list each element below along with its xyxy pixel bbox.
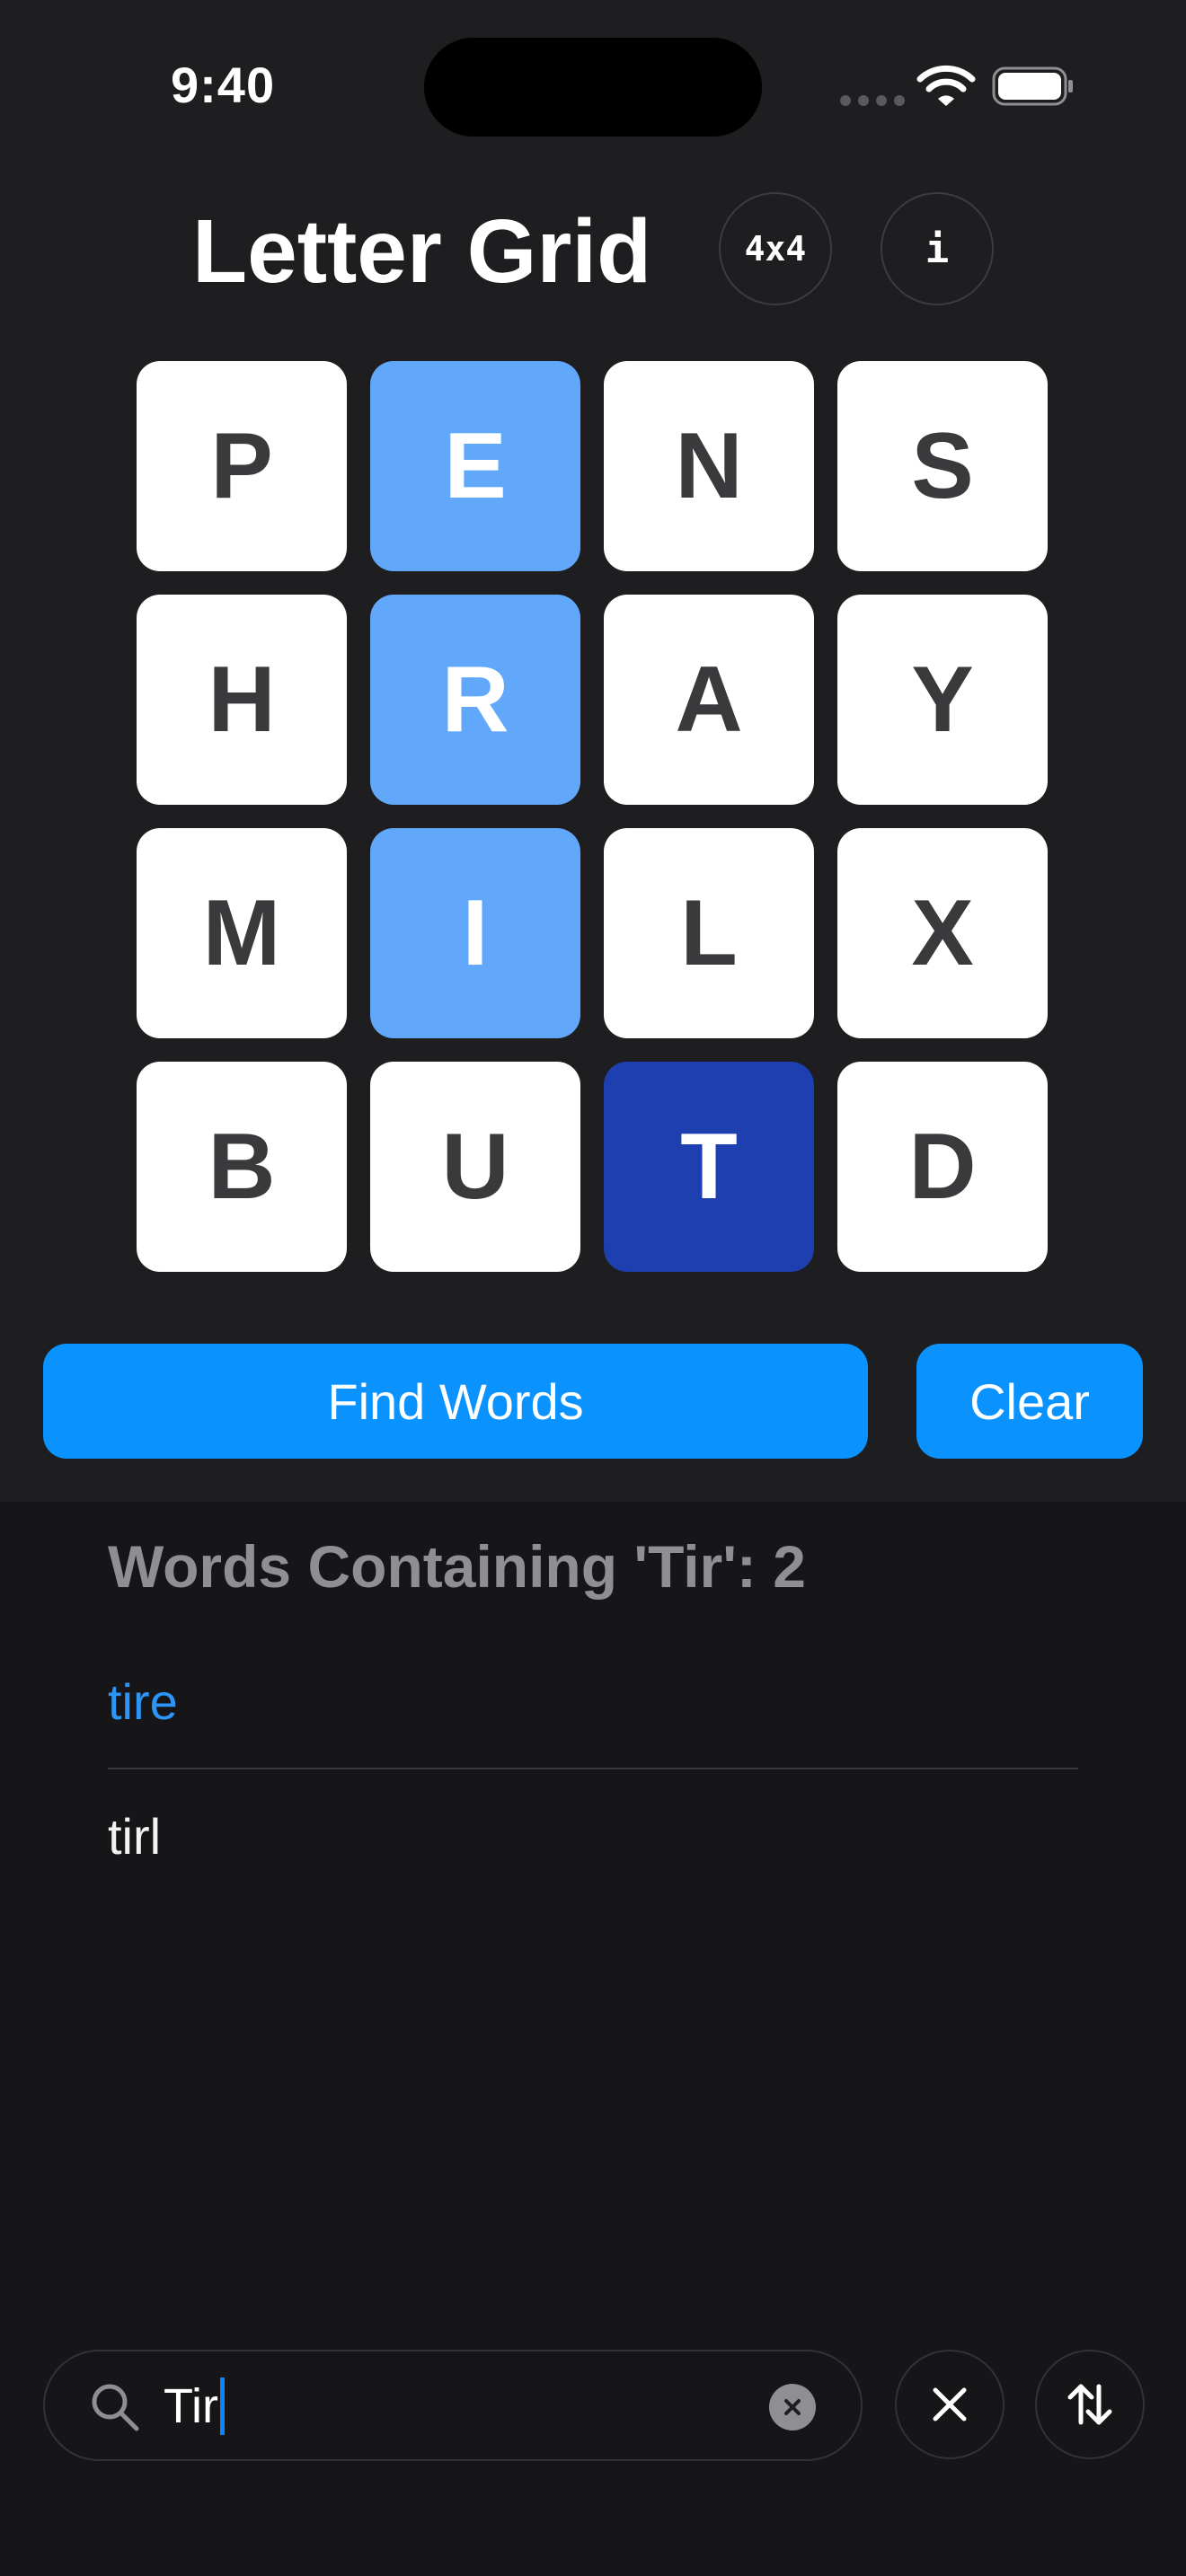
grid-tile[interactable]: S <box>837 361 1048 571</box>
search-icon <box>92 2384 139 2431</box>
clear-button[interactable]: Clear <box>916 1344 1143 1459</box>
search-input[interactable]: Tir <box>164 2375 225 2438</box>
dynamic-island <box>424 38 762 137</box>
close-icon <box>933 2387 967 2422</box>
grid-tile[interactable]: P <box>137 361 347 571</box>
grid-tile[interactable]: M <box>137 828 347 1038</box>
find-words-button[interactable]: Find Words <box>43 1344 868 1459</box>
word-list: tire tirl <box>108 1653 1078 1886</box>
letter-grid: P E N S H R A Y M I L X B U T D <box>137 361 1049 1272</box>
search-bar[interactable]: Tir <box>43 2350 863 2461</box>
grid-tile[interactable]: B <box>137 1062 347 1272</box>
grid-tile[interactable]: H <box>137 595 347 805</box>
grid-tile-selected[interactable]: E <box>370 361 580 571</box>
battery-icon <box>992 66 1073 106</box>
grid-tile[interactable]: D <box>837 1062 1048 1272</box>
page-title: Letter Grid <box>192 201 652 302</box>
results-heading: Words Containing 'Tir': 2 <box>108 1533 806 1600</box>
grid-tile[interactable]: N <box>604 361 814 571</box>
sort-arrows-icon <box>1067 2384 1112 2425</box>
word-list-item[interactable]: tirl <box>108 1769 1078 1886</box>
cellular-signal-icon <box>840 95 905 106</box>
text-caret <box>219 2378 225 2435</box>
status-time: 9:40 <box>171 57 276 113</box>
grid-tile[interactable]: X <box>837 828 1048 1038</box>
grid-tile-selected[interactable]: I <box>370 828 580 1038</box>
grid-tile-current[interactable]: T <box>604 1062 814 1272</box>
search-input-value: Tir <box>164 2379 218 2433</box>
grid-tile[interactable]: A <box>604 595 814 805</box>
grid-tile[interactable]: L <box>604 828 814 1038</box>
grid-tile[interactable]: Y <box>837 595 1048 805</box>
close-search-button[interactable] <box>895 2350 1005 2459</box>
grid-size-button[interactable]: 4x4 <box>719 192 832 305</box>
info-button[interactable]: i <box>881 192 994 305</box>
wifi-icon <box>916 65 976 106</box>
clear-input-icon[interactable] <box>769 2384 816 2430</box>
grid-tile-selected[interactable]: R <box>370 595 580 805</box>
sort-button[interactable] <box>1035 2350 1145 2459</box>
word-list-item[interactable]: tire <box>108 1653 1078 1769</box>
grid-tile[interactable]: U <box>370 1062 580 1272</box>
